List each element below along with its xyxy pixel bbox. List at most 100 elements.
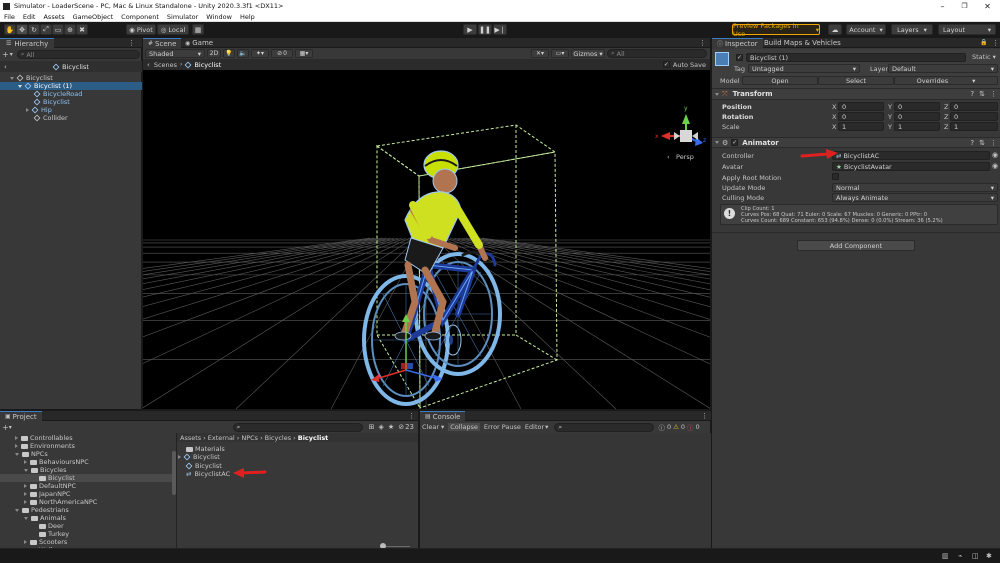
menu-dots-icon[interactable]: ⋮ (701, 412, 708, 420)
project-folder-item[interactable]: Bicyclist (0, 474, 172, 482)
clear-button[interactable]: Clear (422, 423, 439, 431)
preset-icon[interactable]: ⇅ (979, 90, 985, 98)
menu-gameobject[interactable]: GameObject (73, 13, 114, 21)
scale-x-field[interactable]: 1 (838, 122, 884, 131)
project-folder-item[interactable]: Bicycles (24, 466, 66, 474)
hidden-packages-icon[interactable]: ⊘ (398, 423, 404, 431)
lock-icon[interactable]: 🔒 (980, 39, 987, 46)
expand-arrow-icon[interactable] (15, 452, 19, 456)
expand-arrow-icon[interactable] (15, 444, 18, 448)
select-button[interactable]: Select (818, 76, 894, 85)
transform-tool-icon[interactable]: ⊕ (64, 24, 76, 35)
project-search-input[interactable]: ⌕ (232, 422, 363, 432)
pivot-toggle[interactable]: ◉ Pivot (126, 24, 156, 35)
pause-icon[interactable]: ❚❚ (478, 24, 492, 35)
breadcrumb-external[interactable]: External (208, 434, 235, 442)
menu-edit[interactable]: Edit (23, 13, 36, 21)
expand-arrow-icon[interactable] (15, 508, 19, 512)
error-filter-icon[interactable]: ⓘ (687, 422, 694, 432)
console-log-area[interactable] (420, 433, 711, 549)
add-icon[interactable]: + (2, 50, 9, 59)
hierarchy-item[interactable]: Bicyclist (33, 98, 70, 106)
animator-header[interactable]: ⚙ ✓ Animator ? ⇅ ⋮ (712, 137, 1000, 148)
hand-tool-icon[interactable]: ✋ (4, 24, 16, 35)
hierarchy-item[interactable]: Collider (33, 114, 68, 122)
static-dropdown[interactable]: Static ▾ (972, 53, 996, 61)
expand-arrow-icon[interactable] (24, 484, 27, 488)
asset-item[interactable]: Materials (186, 445, 225, 453)
move-tool-icon[interactable]: ✥ (16, 24, 28, 35)
object-picker-icon[interactable]: ◉ (992, 151, 998, 159)
expand-arrow-icon[interactable] (24, 540, 27, 544)
help-icon[interactable]: ? (970, 139, 974, 147)
project-folder-item[interactable]: Controllables (15, 434, 73, 442)
rotation-y-field[interactable]: 0 (894, 112, 940, 121)
scale-z-field[interactable]: 1 (950, 122, 998, 131)
2d-toggle[interactable]: 2D (207, 49, 221, 58)
foldout-arrow-icon[interactable] (715, 92, 719, 96)
preset-icon[interactable]: ⇅ (979, 139, 985, 147)
tab-game[interactable]: ◉ Game (181, 38, 217, 48)
hidden-objects-counter[interactable]: ⊘ 0 (271, 49, 293, 58)
clear-dropdown-icon[interactable]: ▾ (441, 423, 444, 431)
scene-viewport[interactable]: y x z Persp ‹ (143, 70, 710, 409)
layers-dropdown[interactable]: Layers ▾ (891, 24, 933, 35)
layout-dropdown[interactable]: Layout ▾ (938, 24, 996, 35)
scale-tool-icon[interactable]: ⤢ (40, 24, 52, 35)
grid-toggle-icon[interactable]: ▦▾ (295, 49, 313, 58)
expand-arrow-icon[interactable] (24, 516, 28, 520)
menu-dots-icon[interactable]: ⋮ (408, 412, 415, 420)
layer-dropdown[interactable]: Default ▾ (888, 64, 998, 73)
local-toggle[interactable]: ◎ Local (157, 24, 189, 35)
hierarchy-item-root[interactable]: Bicyclist (10, 74, 53, 82)
tab-hierarchy[interactable]: ☰ Hierarchy (0, 38, 55, 48)
menu-component[interactable]: Component (121, 13, 159, 21)
position-y-field[interactable]: 0 (894, 102, 940, 111)
expand-arrow-icon[interactable] (26, 108, 29, 112)
menu-window[interactable]: Window (206, 13, 232, 21)
back-arrow-icon[interactable]: ‹ (147, 61, 150, 69)
grid-snap-button[interactable]: ▦ (192, 24, 204, 35)
back-arrow-icon[interactable]: ‹ (4, 63, 7, 71)
expand-arrow-icon[interactable] (18, 84, 22, 88)
hierarchy-item-selected[interactable]: Bicyclist (1) (0, 82, 142, 90)
project-folder-item[interactable]: BehavioursNPC (24, 458, 89, 466)
tab-inspector[interactable]: ⓘ Inspector (712, 38, 763, 48)
tab-scene[interactable]: # Scene (143, 38, 182, 48)
object-name-field[interactable]: Bicyclist (1) (746, 53, 966, 62)
play-icon[interactable]: ▶ (463, 24, 477, 35)
component-menu-icon[interactable]: ⋮ (990, 90, 997, 98)
breadcrumb-npcs[interactable]: NPCs (241, 434, 258, 442)
console-search-input[interactable]: ⌕ (554, 422, 655, 432)
overrides-dropdown[interactable]: Overrides ▾ (894, 76, 998, 85)
expand-arrow-icon[interactable] (15, 436, 18, 440)
add-icon[interactable]: + (2, 423, 9, 432)
expand-arrow-icon[interactable] (24, 468, 28, 472)
project-folder-item[interactable]: Animals (24, 514, 66, 522)
shading-mode-dropdown[interactable]: Shaded ▾ (145, 49, 205, 58)
position-x-field[interactable]: 0 (838, 102, 884, 111)
close-button[interactable]: ✕ (980, 0, 995, 12)
component-menu-icon[interactable]: ⋮ (990, 139, 997, 147)
tab-project[interactable]: ▣ Project (0, 411, 42, 421)
hierarchy-search-input[interactable]: ⌕ All (16, 50, 140, 59)
preview-packages-button[interactable]: Preview Packages in Use ▾ (732, 22, 820, 38)
minimize-button[interactable]: – (935, 0, 950, 12)
expand-arrow-icon[interactable] (24, 500, 27, 504)
breadcrumb-bicycles[interactable]: Bicycles (265, 434, 291, 442)
hierarchy-item[interactable]: BicycleRoad (33, 90, 82, 98)
controller-field[interactable]: ⇄ BicyclistAC (832, 151, 990, 160)
rotation-z-field[interactable]: 0 (950, 112, 998, 121)
transform-header[interactable]: ⤧ Transform ? ⇅ ⋮ (712, 89, 1000, 100)
menu-dots-icon[interactable]: ⋮ (992, 39, 999, 47)
menu-dots-icon[interactable]: ⋮ (128, 39, 135, 47)
project-folder-item[interactable]: Turkey (39, 530, 69, 538)
effects-icon[interactable]: ✦▾ (251, 49, 269, 58)
log-filter-icon[interactable]: ⓘ (658, 422, 665, 432)
tools-icon[interactable]: ✕▾ (531, 49, 549, 58)
tab-build-maps[interactable]: Build Maps & Vehicles (760, 38, 845, 48)
menu-file[interactable]: File (4, 13, 15, 21)
account-dropdown[interactable]: Account ▾ (846, 24, 886, 35)
open-button[interactable]: Open (742, 76, 818, 85)
asset-item[interactable]: Bicyclist (178, 453, 220, 461)
